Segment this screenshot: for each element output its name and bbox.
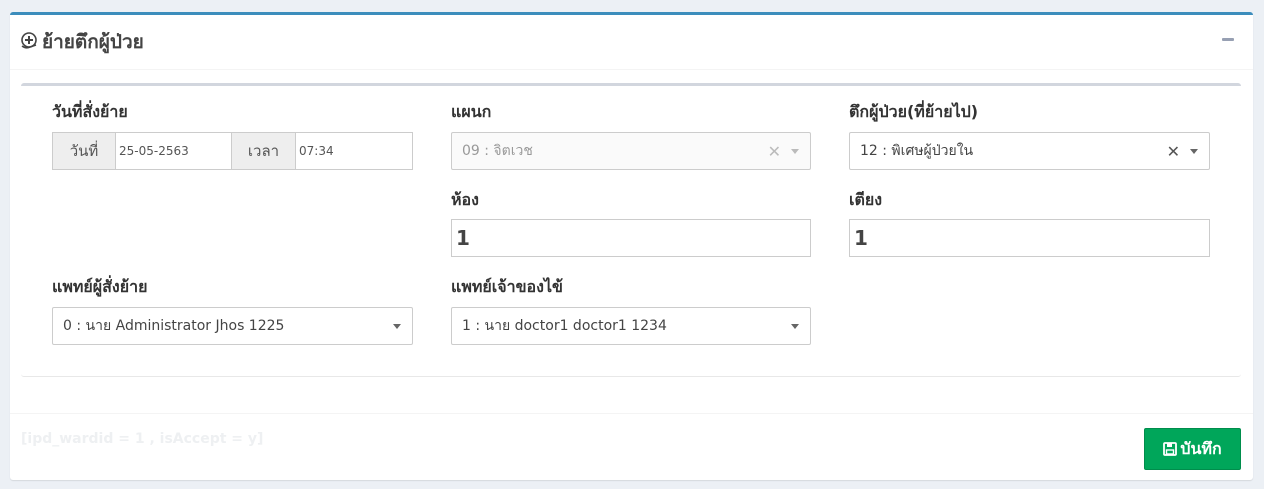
move-ward-panel: ย้ายตึกผู้ป่วย วันที่สั่งย้าย วันที่ 25-…: [10, 12, 1253, 480]
ward-to-label: ตึกผู้ป่วย(ที่ย้ายไป): [849, 102, 979, 121]
owner-doctor-select[interactable]: 1 : นาย doctor1 doctor1 1234: [451, 307, 811, 345]
room-input[interactable]: 1: [451, 219, 811, 257]
footer-divider: [10, 413, 1253, 414]
chevron-down-icon[interactable]: [393, 323, 401, 329]
ward-to-select[interactable]: 12 : พิเศษผู้ป่วยใน ✕: [849, 132, 1210, 170]
owner-doctor-label: แพทย์เจ้าของไข้: [451, 277, 563, 296]
bed-input[interactable]: 1: [849, 219, 1210, 257]
owner-doctor-value: 1 : นาย doctor1 doctor1 1234: [462, 318, 667, 334]
department-label: แผนก: [451, 102, 492, 121]
panel-title: ย้ายตึกผู้ป่วย: [42, 31, 144, 53]
time-input[interactable]: 07:34: [295, 132, 413, 170]
chevron-down-icon[interactable]: [791, 148, 799, 154]
chevron-down-icon[interactable]: [1190, 148, 1198, 154]
debug-text: [ipd_wardid = 1 , isAccept = y]: [21, 431, 264, 447]
ordering-doctor-label: แพทย์ผู้สั่งย้าย: [52, 277, 148, 296]
ordering-doctor-value: 0 : นาย Administrator Jhos 1225: [63, 318, 285, 334]
form-body: วันที่สั่งย้าย วันที่ 25-05-2563 เวลา 07…: [21, 83, 1241, 377]
order-date-label: วันที่สั่งย้าย: [52, 102, 128, 121]
panel-header: ย้ายตึกผู้ป่วย: [10, 15, 1253, 70]
minus-icon[interactable]: [1221, 35, 1235, 43]
ordering-doctor-select[interactable]: 0 : นาย Administrator Jhos 1225: [52, 307, 413, 345]
save-button[interactable]: บันทึก: [1144, 428, 1241, 470]
hand-holding-medical-icon: [20, 32, 38, 50]
clear-icon[interactable]: ✕: [1167, 142, 1180, 161]
chevron-down-icon[interactable]: [791, 323, 799, 329]
clear-icon[interactable]: ✕: [768, 142, 781, 161]
floppy-disk-icon: [1163, 442, 1178, 456]
department-value: 09 : จิตเวช: [462, 143, 533, 159]
date-addon: วันที่: [52, 132, 116, 170]
ward-to-value: 12 : พิเศษผู้ป่วยใน: [860, 143, 974, 159]
bed-label: เตียง: [849, 190, 883, 209]
room-label: ห้อง: [451, 190, 479, 209]
department-select[interactable]: 09 : จิตเวช ✕: [451, 132, 811, 170]
save-button-label: บันทึก: [1180, 438, 1222, 458]
time-addon: เวลา: [231, 132, 296, 170]
date-input[interactable]: 25-05-2563: [115, 132, 232, 170]
